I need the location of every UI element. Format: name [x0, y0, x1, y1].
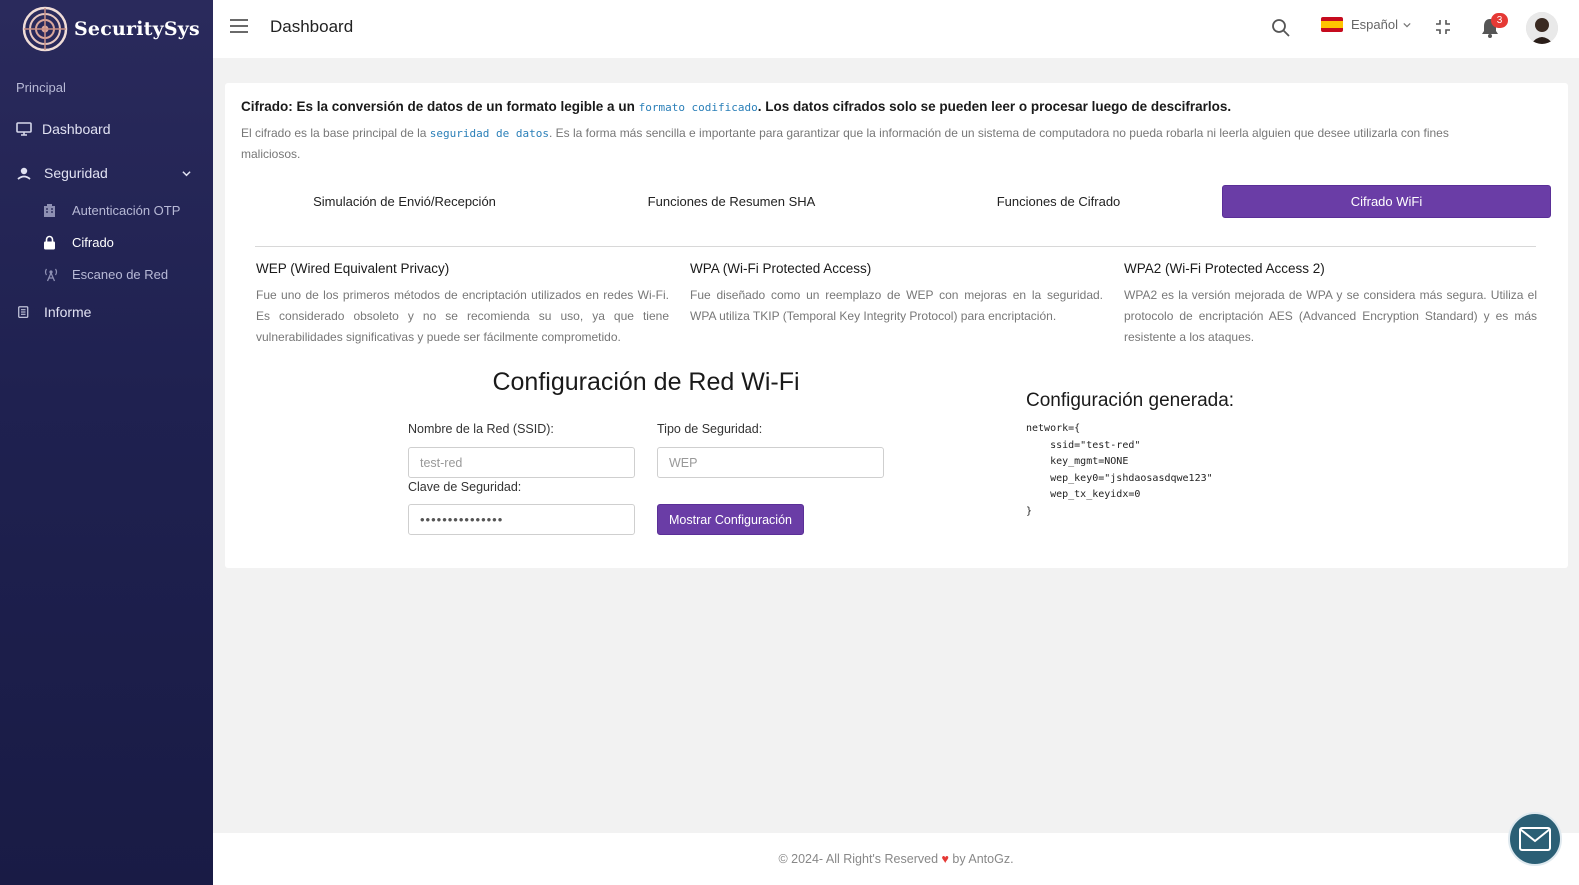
- intro-title-code: formato codificado: [638, 101, 758, 114]
- monitor-icon: [16, 122, 32, 136]
- security-type-input[interactable]: WEP: [657, 447, 884, 478]
- logo-icon: [22, 6, 68, 52]
- content-card: Cifrado: Es la conversión de datos de un…: [225, 83, 1568, 568]
- divider: [255, 246, 1536, 247]
- sidebar-item-seguridad[interactable]: Seguridad: [0, 161, 213, 185]
- ssid-value: test-red: [420, 455, 463, 470]
- wifi-type-wep: WEP (Wired Equivalent Privacy) Fue uno d…: [256, 261, 669, 348]
- brand[interactable]: SecuritySys: [0, 0, 213, 58]
- security-type-value: WEP: [669, 455, 698, 470]
- intro-title-text: Cifrado: Es la conversión de datos de un…: [241, 99, 639, 114]
- security-key-input[interactable]: •••••••••••••••: [408, 504, 635, 535]
- sidebar-subitem-escaneo[interactable]: Escaneo de Red: [42, 264, 168, 284]
- notification-badge: 3: [1491, 13, 1508, 28]
- sidebar: SecuritySys Principal Dashboard Segurida…: [0, 0, 213, 885]
- sidebar-subitem-label: Autenticación OTP: [72, 202, 181, 218]
- security-key-value: •••••••••••••••: [420, 512, 504, 527]
- ssid-label: Nombre de la Red (SSID):: [408, 422, 554, 436]
- show-config-button[interactable]: Mostrar Configuración: [657, 504, 804, 535]
- avatar[interactable]: [1526, 12, 1558, 44]
- spain-flag-icon: [1321, 17, 1343, 32]
- sidebar-subitem-label: Cifrado: [72, 234, 114, 250]
- building-icon: [44, 203, 55, 217]
- chevron-down-icon: [182, 170, 191, 176]
- footer: © 2024- All Right's Reserved ♥ by AntoGz…: [213, 833, 1579, 885]
- shield-person-icon: [17, 167, 31, 180]
- brand-name: SecuritySys: [74, 18, 200, 40]
- tab-cifrado-wifi[interactable]: Cifrado WiFi: [1222, 185, 1551, 218]
- intro-text-code: seguridad de datos: [429, 127, 549, 140]
- sidebar-subitem-otp[interactable]: Autenticación OTP: [42, 200, 180, 220]
- intro-text-part: El cifrado es la base principal de la: [241, 126, 430, 140]
- lock-icon: [44, 235, 55, 249]
- intro-title-text: . Los datos cifrados solo se pueden leer…: [757, 99, 1232, 114]
- wifi-type-title: WPA2 (Wi-Fi Protected Access 2): [1124, 261, 1325, 276]
- user-avatar-icon: [1526, 12, 1558, 44]
- wifi-type-wpa: WPA (Wi-Fi Protected Access) Fue diseñad…: [690, 261, 1103, 327]
- sidebar-item-label: Informe: [44, 304, 92, 320]
- tab-funciones-cifrado[interactable]: Funciones de Cifrado: [895, 185, 1222, 218]
- sidebar-section-principal: Principal: [16, 80, 66, 95]
- sidebar-item-informe[interactable]: Informe: [0, 300, 213, 324]
- footer-text-part: by AntoGz.: [948, 852, 1014, 866]
- tab-simulacion[interactable]: Simulación de Envió/Recepción: [241, 185, 568, 218]
- tab-resumen-sha[interactable]: Funciones de Resumen SHA: [568, 185, 895, 218]
- language-label: Español: [1351, 17, 1398, 32]
- hamburger-menu-icon[interactable]: [229, 18, 249, 34]
- search-icon[interactable]: [1271, 18, 1291, 38]
- sidebar-subitem-cifrado[interactable]: Cifrado: [42, 232, 114, 252]
- wifi-type-title: WPA (Wi-Fi Protected Access): [690, 261, 872, 276]
- chevron-down-icon: [1403, 22, 1411, 27]
- intro-text: El cifrado es la base principal de la se…: [241, 123, 1511, 165]
- language-selector[interactable]: Español: [1321, 17, 1411, 32]
- wifi-type-text: Fue uno de los primeros métodos de encri…: [256, 288, 669, 344]
- security-key-label: Clave de Seguridad:: [408, 480, 522, 494]
- footer-text: © 2024- All Right's Reserved ♥ by AntoGz…: [213, 852, 1579, 866]
- tabs: Simulación de Envió/Recepción Funciones …: [241, 185, 1551, 218]
- ssid-input[interactable]: test-red: [408, 447, 635, 478]
- sidebar-item-label: Seguridad: [44, 165, 108, 181]
- heart-icon: ♥: [941, 852, 949, 866]
- exit-fullscreen-icon[interactable]: [1435, 19, 1451, 35]
- generated-config-title: Configuración generada:: [1026, 390, 1235, 411]
- wifi-type-text: Fue diseñado como un reemplazo de WEP co…: [690, 288, 1103, 323]
- sidebar-item-dashboard[interactable]: Dashboard: [0, 117, 213, 141]
- sidebar-item-label: Dashboard: [42, 121, 111, 137]
- page-title: Dashboard: [270, 17, 354, 36]
- wifi-type-wpa2: WPA2 (Wi-Fi Protected Access 2) WPA2 es …: [1124, 261, 1537, 348]
- antenna-icon: [44, 268, 58, 281]
- intro-title: Cifrado: Es la conversión de datos de un…: [241, 99, 1231, 114]
- mail-icon: [1519, 827, 1551, 851]
- wifi-type-title: WEP (Wired Equivalent Privacy): [256, 261, 450, 276]
- form-title: Configuración de Red Wi-Fi: [492, 368, 800, 396]
- generated-config-code: network={ ssid="test-red" key_mgmt=NONE …: [1026, 423, 1213, 517]
- topbar: Dashboard Español 3: [213, 0, 1579, 58]
- sidebar-subitem-label: Escaneo de Red: [72, 266, 169, 282]
- wifi-type-text: WPA2 es la versión mejorada de WPA y se …: [1124, 288, 1537, 344]
- contact-mail-button[interactable]: [1508, 812, 1562, 866]
- security-type-label: Tipo de Seguridad:: [657, 422, 763, 436]
- document-icon: [18, 306, 29, 318]
- footer-text-part: © 2024- All Right's Reserved: [778, 852, 942, 866]
